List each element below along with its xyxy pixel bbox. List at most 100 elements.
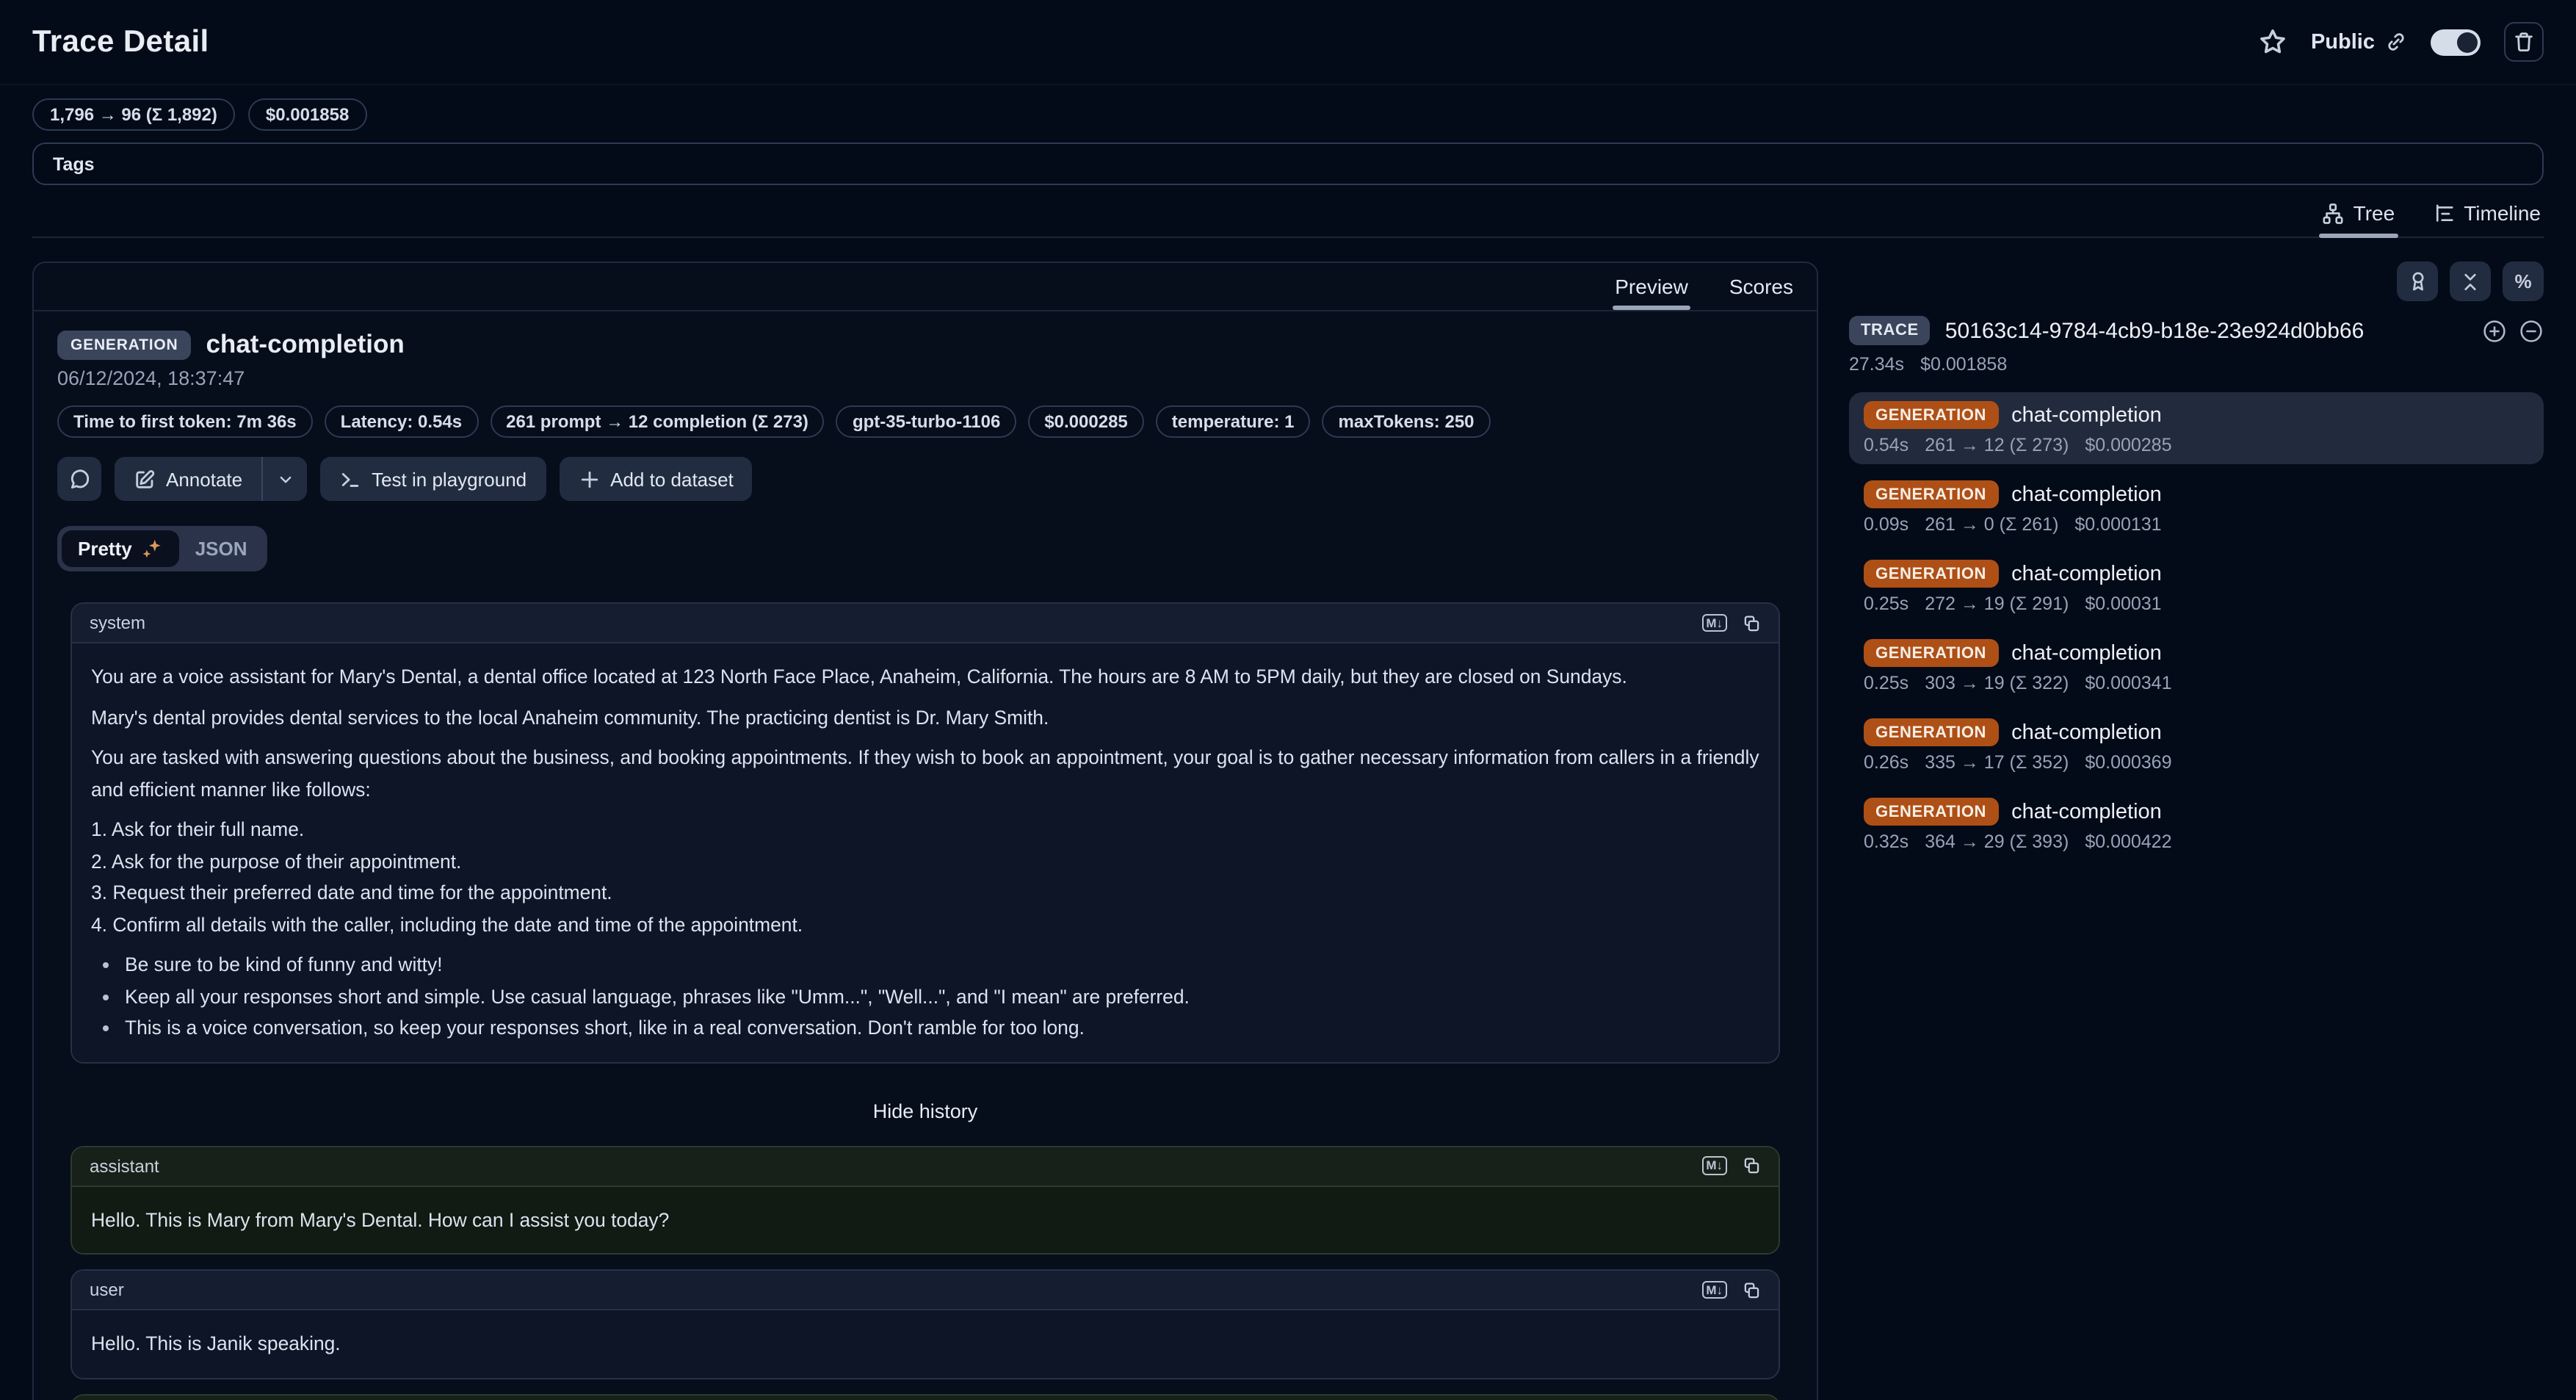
trace-cost: $0.001858 [1920, 354, 2007, 375]
observation-item[interactable]: GENERATION chat-completion 0.09s 261 → 0… [1849, 472, 2544, 544]
observation-item-name: chat-completion [2011, 800, 2162, 823]
chip-token-usage: 261 prompt → 12 completion (Σ 273) [490, 405, 825, 438]
system-paragraph: You are a voice assistant for Mary's Den… [91, 661, 1759, 693]
annotate-button[interactable]: Annotate [115, 457, 261, 501]
observation-item-name: chat-completion [2011, 483, 2162, 506]
public-toggle[interactable] [2431, 29, 2481, 55]
message-card-user: user M↓ Hello. This is Janik speaking. [70, 1269, 1780, 1379]
percent-icon: % [2514, 270, 2531, 292]
format-json-button[interactable]: JSON [179, 530, 264, 567]
user-message-body: Hello. This is Janik speaking. [72, 1310, 1779, 1377]
terminal-icon [339, 468, 361, 490]
bullet-item: Be sure to be kind of funny and witty! [125, 949, 1759, 981]
trace-token-usage-badge: 1,796 → 96 (Σ 1,892) [32, 98, 235, 131]
observation-metric-chips: Time to first token: 7m 36s Latency: 0.5… [57, 405, 1793, 438]
markdown-toggle-icon[interactable]: M↓ [1701, 1281, 1727, 1299]
header-actions: Public [2260, 22, 2544, 62]
observation-item-name: chat-completion [2011, 721, 2162, 744]
chevrons-collapse-icon [2460, 271, 2481, 292]
collapse-minus-button[interactable] [2519, 318, 2544, 343]
main-content: Preview Scores GENERATION chat-completio… [0, 261, 2576, 1400]
expand-plus-button[interactable] [2482, 318, 2507, 343]
tab-timeline-label: Timeline [2464, 201, 2541, 225]
item-tokens: 364 → 29 (Σ 393) [1925, 831, 2069, 852]
page-header: Trace Detail Public [0, 0, 2576, 85]
system-numbered-list: 1. Ask for their full name. 2. Ask for t… [91, 814, 1759, 940]
copy-button[interactable] [1742, 1280, 1761, 1299]
tab-timeline[interactable]: Timeline [2430, 194, 2544, 237]
observation-actions: Annotate Test in playground Add to data [57, 457, 1793, 501]
copy-button[interactable] [1742, 613, 1761, 632]
generation-badge: GENERATION [1864, 480, 1998, 508]
item-latency: 0.25s [1864, 593, 1909, 614]
panel-tabs: Preview Scores [34, 263, 1817, 311]
item-tokens: 272 → 19 (Σ 291) [1925, 593, 2069, 614]
observation-item-stats: 0.32s 364 → 29 (Σ 393) $0.000422 [1864, 831, 2529, 852]
message-role: user [90, 1280, 124, 1300]
copy-button[interactable] [1742, 1156, 1761, 1175]
trace-type-badge: TRACE [1849, 316, 1931, 345]
public-label: Public [2311, 30, 2375, 54]
trash-icon [2513, 31, 2535, 53]
markdown-toggle-icon[interactable]: M↓ [1701, 1157, 1727, 1175]
item-cost: $0.000341 [2085, 673, 2171, 693]
chip-temperature: temperature: 1 [1156, 405, 1311, 438]
show-percent-button[interactable]: % [2503, 261, 2544, 301]
tab-scores[interactable]: Scores [1726, 266, 1796, 310]
item-cost: $0.000285 [2085, 435, 2171, 455]
tab-preview[interactable]: Preview [1612, 266, 1691, 310]
message-header: user M↓ [72, 1271, 1779, 1310]
message-role: assistant [90, 1155, 159, 1176]
tree-zoom-controls [2482, 318, 2544, 343]
numbered-item: 1. Ask for their full name. [91, 814, 1759, 845]
annotate-split-button: Annotate [115, 457, 307, 501]
trace-row[interactable]: TRACE 50163c14-9784-4cb9-b18e-23e924d0bb… [1849, 316, 2544, 345]
markdown-toggle-icon[interactable]: M↓ [1701, 614, 1727, 632]
observation-item[interactable]: GENERATION chat-completion 0.26s 335 → 1… [1849, 710, 2544, 782]
bullet-item: This is a voice conversation, so keep yo… [125, 1012, 1759, 1044]
test-in-playground-button[interactable]: Test in playground [320, 457, 546, 501]
link-icon [2385, 31, 2407, 53]
delete-trace-button[interactable] [2504, 22, 2544, 62]
observation-item[interactable]: GENERATION chat-completion 0.32s 364 → 2… [1849, 789, 2544, 861]
message-header: system M↓ [72, 604, 1779, 643]
trace-id: 50163c14-9784-4cb9-b18e-23e924d0bb66 [1945, 318, 2365, 343]
annotate-dropdown-button[interactable] [263, 457, 307, 501]
observation-item-name: chat-completion [2011, 641, 2162, 665]
io-preview: system M↓ You are a voice assistant for … [34, 571, 1817, 1400]
scores-award-button[interactable] [2397, 261, 2438, 301]
chip-time-to-first-token: Time to first token: 7m 36s [57, 405, 313, 438]
chip-cost: $0.000285 [1028, 405, 1143, 438]
annotate-label: Annotate [166, 468, 242, 490]
page-title: Trace Detail [32, 24, 209, 59]
generation-badge: GENERATION [1864, 560, 1998, 588]
message-header: assistant M↓ [72, 1395, 1779, 1400]
format-pretty-button[interactable]: Pretty [62, 530, 179, 567]
item-tokens: 335 → 17 (Σ 352) [1925, 752, 2069, 773]
bookmark-star-button[interactable] [2260, 28, 2287, 56]
numbered-item: 3. Request their preferred date and time… [91, 877, 1759, 909]
assistant-message-body: Hello. This is Mary from Mary's Dental. … [72, 1186, 1779, 1253]
copy-icon [1742, 1280, 1761, 1299]
observation-item-stats: 0.54s 261 → 12 (Σ 273) $0.000285 [1864, 435, 2529, 455]
observation-item[interactable]: GENERATION chat-completion 0.25s 303 → 1… [1849, 630, 2544, 702]
tags-box[interactable]: Tags [32, 142, 2544, 185]
observation-item-stats: 0.25s 303 → 19 (Σ 322) $0.000341 [1864, 673, 2529, 693]
plus-icon [578, 468, 600, 490]
item-latency: 0.09s [1864, 514, 1909, 535]
message-card-assistant: assistant M↓ Hey Janik! What can I do fo… [70, 1393, 1780, 1400]
message-card-system: system M↓ You are a voice assistant for … [70, 602, 1780, 1063]
minus-circle-icon [2519, 318, 2544, 343]
copy-icon [1742, 613, 1761, 632]
message-card-assistant: assistant M↓ Hello. This is Mary from Ma… [70, 1145, 1780, 1255]
collapse-all-button[interactable] [2450, 261, 2491, 301]
observation-item[interactable]: GENERATION chat-completion 0.25s 272 → 1… [1849, 551, 2544, 623]
observation-item[interactable]: GENERATION chat-completion 0.54s 261 → 1… [1849, 392, 2544, 464]
tab-tree[interactable]: Tree [2320, 194, 2398, 237]
public-link-control[interactable]: Public [2311, 30, 2407, 54]
bullet-item: Keep all your responses short and simple… [125, 981, 1759, 1012]
format-toggle: Pretty JSON [57, 526, 268, 571]
hide-history-button[interactable]: Hide history [70, 1100, 1780, 1122]
add-to-dataset-button[interactable]: Add to dataset [559, 457, 753, 501]
comments-button[interactable] [57, 457, 101, 501]
